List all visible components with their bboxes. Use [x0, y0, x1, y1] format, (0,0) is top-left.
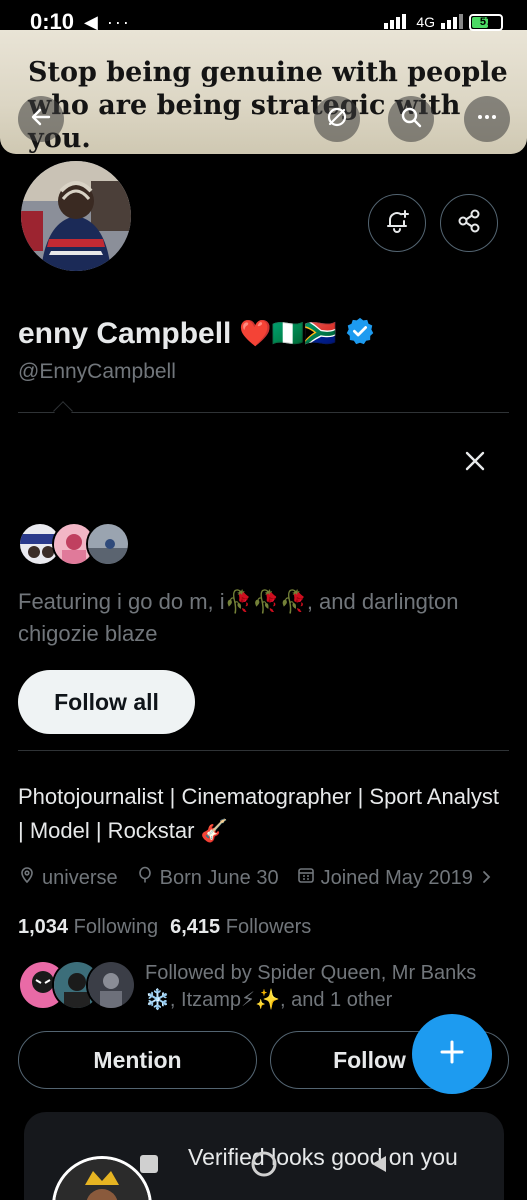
- verified-badge-icon[interactable]: [345, 316, 375, 351]
- arrow-left-icon: [29, 105, 53, 134]
- suggested-avatars[interactable]: [18, 522, 130, 566]
- more-icon: [475, 105, 499, 134]
- status-bar: 0:10 ◀ ··· 4G 57: [0, 0, 527, 44]
- chevron-right-icon: [479, 867, 493, 890]
- home-icon[interactable]: [250, 1150, 278, 1183]
- follow-counts: 1,034 Following 6,415 Followers: [18, 916, 311, 939]
- battery-icon: 57: [469, 13, 503, 31]
- location-pin-icon: [18, 866, 36, 890]
- suggested-avatar-3[interactable]: [86, 522, 130, 566]
- name-emojis: ❤️🇳🇬🇿🇦: [239, 318, 337, 348]
- network-type: 4G: [416, 14, 435, 30]
- birthday-text: Born June 30: [159, 866, 279, 889]
- search-button[interactable]: [388, 96, 434, 142]
- suggestion-caret: [53, 401, 73, 421]
- location-text: universe: [42, 866, 118, 889]
- battery-level: 57: [479, 15, 493, 28]
- back-button[interactable]: [18, 96, 64, 142]
- following-link[interactable]: 1,034 Following: [18, 916, 158, 939]
- follow-all-button[interactable]: Follow all: [18, 670, 195, 734]
- joined-text: Joined May 2019: [320, 866, 473, 889]
- balloon-icon: [136, 866, 154, 890]
- status-time: 0:10: [30, 9, 75, 34]
- dismiss-suggestion-button[interactable]: [460, 448, 490, 478]
- followers-count: 6,415: [170, 916, 221, 938]
- joined-item[interactable]: Joined May 2019: [297, 866, 493, 890]
- recents-icon[interactable]: [138, 1153, 160, 1180]
- banner-text: Stop being genuine with people who are b…: [28, 57, 508, 154]
- profile-bio: Photojournalist | Cinematographer | Spor…: [18, 784, 500, 843]
- status-right: 4G 57: [384, 13, 503, 32]
- back-nav-icon[interactable]: [368, 1153, 390, 1180]
- following-label: Following: [73, 916, 159, 938]
- system-nav-bar: [0, 1146, 527, 1186]
- search-icon: [399, 105, 423, 134]
- bell-plus-icon: [383, 207, 411, 240]
- notification-icons: ◀ ···: [84, 11, 131, 32]
- signal-icon: [384, 13, 410, 32]
- followers-label: Followers: [225, 916, 312, 938]
- grok-icon: [325, 105, 349, 134]
- profile-avatar[interactable]: [18, 158, 134, 274]
- suggestion-divider-top: [18, 412, 509, 413]
- notify-button[interactable]: [368, 194, 426, 252]
- birthday-item: Born June 30: [136, 866, 279, 890]
- following-count: 1,034: [18, 916, 69, 938]
- mention-button[interactable]: Mention: [18, 1031, 257, 1089]
- suggestion-text: Featuring i go do m, i🥀🥀🥀, and darlingto…: [18, 589, 459, 646]
- plus-icon: [437, 1037, 467, 1072]
- followed-by-text[interactable]: Followed by Spider Queen, Mr Banks ❄️, I…: [145, 960, 505, 1014]
- display-name: enny Campbell: [18, 316, 232, 350]
- profile-meta: universe Born June 30 Joined May 2019: [18, 866, 511, 890]
- profile-handle: @EnnyCampbell: [18, 360, 176, 383]
- name-row: enny Campbell ❤️🇳🇬🇿🇦: [18, 316, 375, 351]
- close-icon: [464, 450, 486, 477]
- location-item: universe: [18, 866, 118, 890]
- profile-banner[interactable]: Stop being genuine with people who are b…: [0, 30, 527, 154]
- share-button[interactable]: [440, 194, 498, 252]
- calendar-icon: [297, 866, 315, 890]
- signal-icon-2: [441, 13, 463, 32]
- more-button[interactable]: [464, 96, 510, 142]
- follower-avatar-3[interactable]: [86, 960, 136, 1010]
- grok-button[interactable]: [314, 96, 360, 142]
- share-icon: [455, 207, 483, 240]
- suggestion-divider-bottom: [18, 750, 509, 751]
- compose-fab-button[interactable]: [412, 1014, 492, 1094]
- followed-by-avatars[interactable]: [18, 960, 138, 1010]
- followers-link[interactable]: 6,415 Followers: [170, 916, 311, 939]
